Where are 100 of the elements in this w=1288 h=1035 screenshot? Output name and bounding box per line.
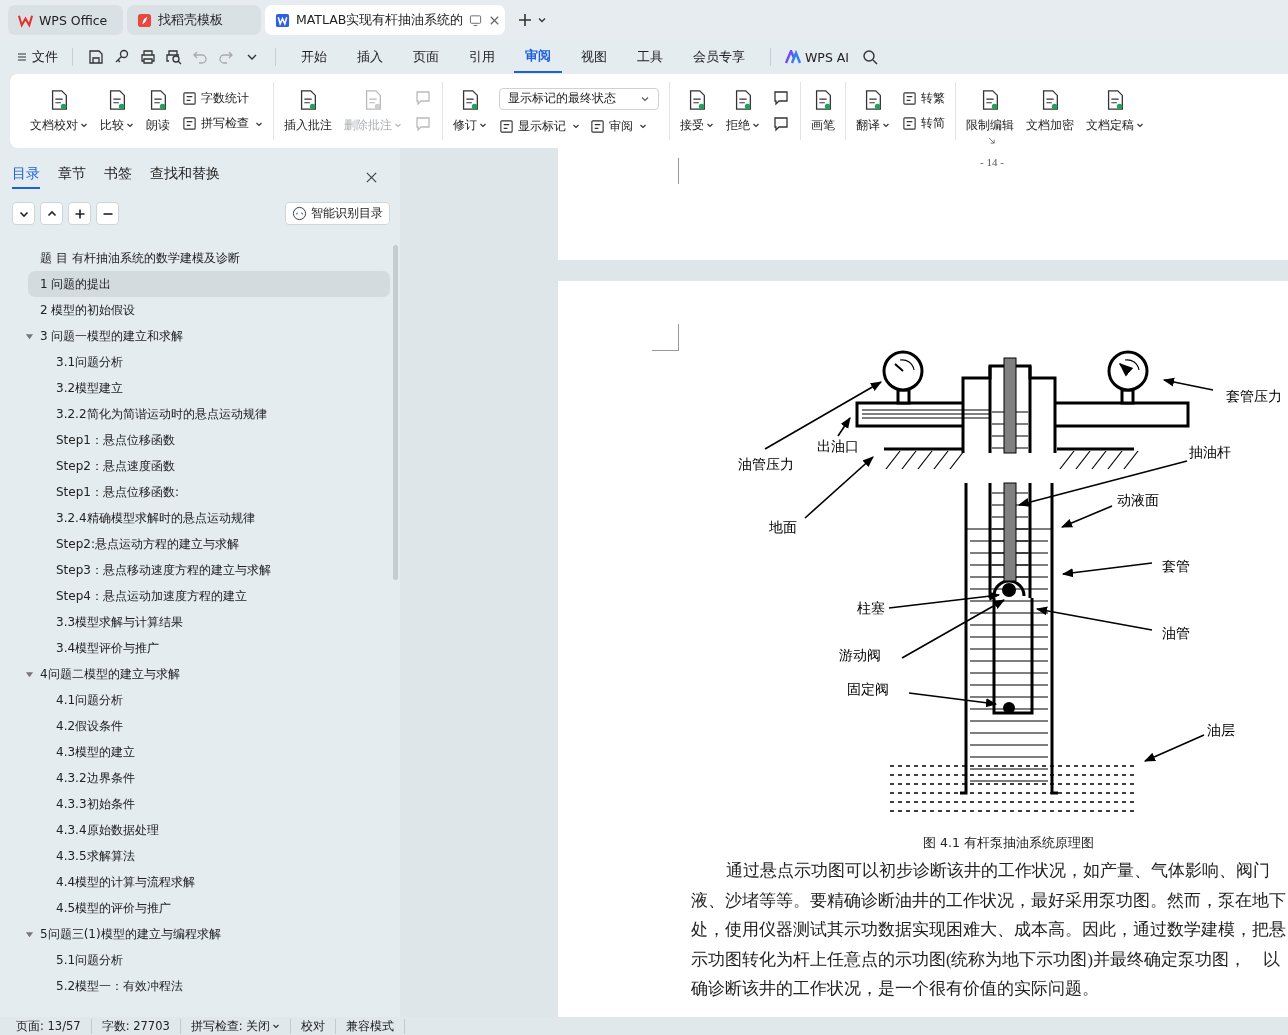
- toc-item[interactable]: Step1：悬点位移函数: [0, 427, 390, 453]
- toc-item[interactable]: 4.3模型的建立: [0, 739, 390, 765]
- markup-select[interactable]: 显示标记的最终状态: [499, 87, 659, 110]
- ribbon-tab[interactable]: 会员专享: [682, 42, 756, 72]
- toc-item[interactable]: 4.2假设条件: [0, 713, 390, 739]
- toc-item[interactable]: 4.3.4原始数据处理: [0, 817, 390, 843]
- toc-item[interactable]: 4.1问题分析: [0, 687, 390, 713]
- ribbon-button[interactable]: 显示标记: [499, 117, 580, 135]
- panel-tab[interactable]: 书签: [104, 165, 132, 189]
- toc-item[interactable]: 4.3.3初始条件: [0, 791, 390, 817]
- ribbon-button[interactable]: 接受: [676, 82, 718, 140]
- toc-item[interactable]: 4.3.2边界条件: [0, 765, 390, 791]
- ribbon-button[interactable]: 画笔: [807, 82, 839, 140]
- scrollbar[interactable]: [393, 245, 398, 580]
- document-tab[interactable]: WPS Office: [8, 5, 123, 35]
- print-icon[interactable]: [139, 48, 157, 66]
- crop-mark: [652, 324, 679, 351]
- caret-icon: [752, 121, 760, 129]
- diagram-label: 柱塞: [857, 600, 885, 616]
- print-preview-icon[interactable]: [165, 48, 183, 66]
- toc-item[interactable]: 3.2模型建立: [0, 375, 390, 401]
- toc-item[interactable]: 3 问题一模型的建立和求解: [0, 323, 390, 349]
- toc-item[interactable]: 4.4模型的计算与流程求解: [0, 869, 390, 895]
- panel-tab[interactable]: 目录: [12, 165, 40, 189]
- toc-item[interactable]: 2 模型的初始假设: [0, 297, 390, 323]
- status-item[interactable]: 页面: 13/57: [16, 1018, 92, 1034]
- ribbon-button[interactable]: 文档校对: [26, 82, 92, 140]
- panel-tab[interactable]: 章节: [58, 165, 86, 189]
- ribbon-tab[interactable]: 开始: [290, 42, 338, 72]
- monitor-icon[interactable]: [469, 13, 483, 27]
- toc-item[interactable]: 3.3模型求解与计算结果: [0, 609, 390, 635]
- new-tab-icon[interactable]: [517, 12, 533, 28]
- caret-icon[interactable]: [537, 15, 547, 25]
- caret-icon: [706, 121, 714, 129]
- status-item[interactable]: 兼容模式: [336, 1018, 406, 1034]
- toc-item[interactable]: 5问题三(1)模型的建立与编程求解: [0, 921, 390, 947]
- triangle-icon[interactable]: [25, 331, 34, 341]
- toc-item[interactable]: Step1：悬点位移函数:: [0, 479, 390, 505]
- ribbon-tab[interactable]: 页面: [402, 42, 450, 72]
- toc-item[interactable]: 题 目 有杆抽油系统的数学建模及诊断: [0, 245, 390, 271]
- toc-item[interactable]: 3.1问题分析: [0, 349, 390, 375]
- ribbon-button[interactable]: 拼写检查: [182, 115, 263, 132]
- ribbon-button[interactable]: 修订: [449, 82, 491, 140]
- toc-item[interactable]: 4.3.5求解算法: [0, 843, 390, 869]
- toc-item[interactable]: 3.4模型评价与推广: [0, 635, 390, 661]
- ribbon-button[interactable]: 文档定稿: [1082, 82, 1148, 140]
- save-icon[interactable]: [87, 48, 105, 66]
- toc-item[interactable]: 4.5模型的评价与推广: [0, 895, 390, 921]
- comment-nav-icon[interactable]: [772, 115, 790, 133]
- file-menu[interactable]: 文件: [16, 48, 58, 66]
- comment-nav-icon[interactable]: [772, 89, 790, 107]
- ribbon-button[interactable]: 转繁: [902, 90, 945, 107]
- toc-item[interactable]: Step4：悬点运动加速度方程的建立: [0, 583, 390, 609]
- ribbon-tab[interactable]: 插入: [346, 42, 394, 72]
- ribbon-button[interactable]: 限制编辑: [962, 82, 1018, 140]
- toc-item[interactable]: 1 问题的提出: [28, 271, 390, 297]
- page-number: - 14 -: [980, 156, 1004, 168]
- ribbon-tab[interactable]: 引用: [458, 42, 506, 72]
- toc-item[interactable]: Step2:悬点运动方程的建立与求解: [0, 531, 390, 557]
- arrow: [1144, 734, 1205, 762]
- arrow: [804, 456, 874, 519]
- expand-button[interactable]: [40, 202, 63, 225]
- ribbon-button[interactable]: 翻译: [852, 82, 894, 140]
- ribbon-button[interactable]: 插入批注: [280, 82, 336, 140]
- ribbon-button[interactable]: 转简: [902, 115, 945, 132]
- toc-item[interactable]: 3.2.2简化为简谐运动时的悬点运动规律: [0, 401, 390, 427]
- ribbon-button[interactable]: 比较: [96, 82, 138, 140]
- close-icon[interactable]: [365, 170, 378, 184]
- ribbon-button[interactable]: 审阅: [590, 117, 647, 135]
- diagram-label: 动液面: [1117, 492, 1159, 508]
- toc-item[interactable]: Step3：悬点移动速度方程的建立与求解: [0, 557, 390, 583]
- toc-item[interactable]: 5.2模型一：有效冲程法: [0, 973, 390, 999]
- document-tab[interactable]: MATLAB实现有杆抽油系统的: [265, 5, 505, 35]
- ribbon-button[interactable]: 拒绝: [722, 82, 764, 140]
- toc-item[interactable]: 4问题二模型的建立与求解: [0, 661, 390, 687]
- toc-item[interactable]: 5.1问题分析: [0, 947, 390, 973]
- ribbon-button[interactable]: 文档加密: [1022, 82, 1078, 140]
- status-item[interactable]: 字数: 27703: [91, 1018, 181, 1034]
- menu-icon: [16, 51, 28, 63]
- triangle-icon[interactable]: [25, 929, 34, 939]
- remove-button[interactable]: [96, 202, 119, 225]
- document-tab[interactable]: 找稻壳模板: [127, 5, 261, 35]
- toc-item[interactable]: 3.2.4精确模型求解时的悬点运动规律: [0, 505, 390, 531]
- add-button[interactable]: [68, 202, 91, 225]
- collapse-button[interactable]: [12, 202, 35, 225]
- smart-toc-button[interactable]: 智能识别目录: [285, 202, 390, 225]
- ribbon-tab[interactable]: 视图: [570, 42, 618, 72]
- ai-button[interactable]: WPS AI: [785, 49, 850, 65]
- ribbon-button[interactable]: 字数统计: [182, 90, 249, 107]
- expand-icon[interactable]: [988, 137, 995, 144]
- ribbon-tab[interactable]: 工具: [626, 42, 674, 72]
- triangle-icon[interactable]: [25, 669, 34, 679]
- ribbon-button[interactable]: 朗读: [142, 82, 174, 140]
- status-item[interactable]: 拼写检查: 关闭: [180, 1018, 292, 1034]
- search-icon[interactable]: [861, 48, 880, 66]
- diagram-label: 套管压力: [1226, 388, 1282, 404]
- diagram-label: 油管: [1162, 625, 1190, 641]
- status-item[interactable]: 校对: [291, 1018, 337, 1034]
- panel-tab[interactable]: 查找和替换: [150, 165, 220, 189]
- toc-item[interactable]: Step2：悬点速度函数: [0, 453, 390, 479]
